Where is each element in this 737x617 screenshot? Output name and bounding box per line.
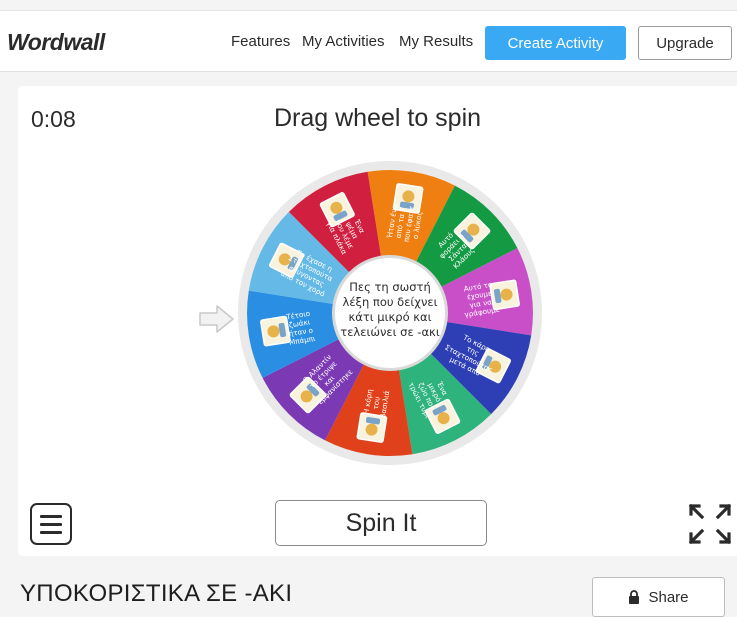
activity-panel: 0:08 Drag wheel to spin Ήταν ένα από τα 7… [18, 86, 737, 556]
nav-features[interactable]: Features [231, 33, 290, 50]
deer-picture [260, 315, 291, 347]
share-button[interactable]: Share [592, 577, 725, 617]
nav-my-activities[interactable]: My Activities [302, 33, 385, 50]
wheel-pointer-arrow-icon [199, 305, 234, 333]
center-question-text: λέξη που δείχνει [343, 295, 438, 309]
create-activity-button[interactable]: Create Activity [485, 26, 626, 60]
center-question-text: κάτι μικρό και [348, 310, 431, 324]
spin-wheel[interactable]: Ήταν ένααπό τα 7που έφαγεο λύκοςΑυτόφορά… [18, 86, 737, 556]
share-label: Share [648, 588, 689, 606]
wordwall-logo[interactable]: Wordwall [7, 29, 105, 56]
center-question-text: Πες τη σωστή [349, 280, 431, 294]
menu-icon[interactable] [30, 503, 72, 545]
fullscreen-icon[interactable] [688, 503, 732, 545]
spin-it-button[interactable]: Spin It [275, 500, 487, 546]
lock-icon [629, 590, 640, 604]
nav-my-results[interactable]: My Results [399, 33, 473, 50]
wheel-area: Ήταν ένα από τα 7 που έφαγε ο λύκος Αυτό φορά… [18, 86, 737, 556]
activity-title: ΥΠΟΚΟΡΙΣΤΙΚΑ ΣΕ -ΑΚΙ [20, 580, 293, 607]
top-navigation-bar: Wordwall Features My Activities My Resul… [0, 10, 737, 72]
upgrade-button[interactable]: Upgrade [638, 26, 732, 60]
center-question-text: τελειώνει σε -ακι [340, 325, 440, 339]
